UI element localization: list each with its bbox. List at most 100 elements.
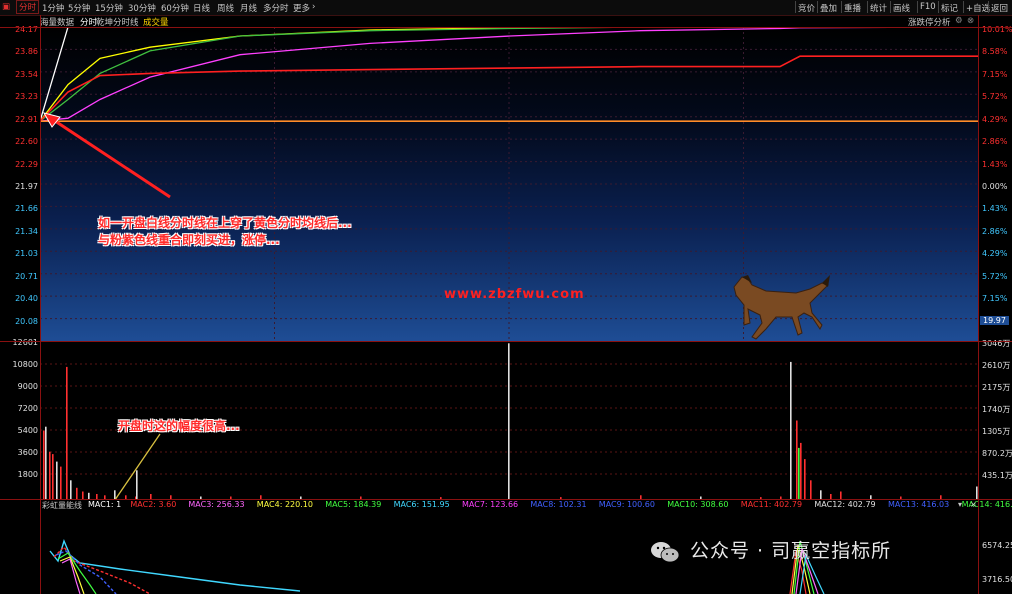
tab-period-7[interactable]: 周线	[217, 2, 234, 14]
toolbar-button-6[interactable]: 标记	[941, 2, 958, 14]
tab-period-4[interactable]: 30分钟	[128, 2, 156, 14]
volume-tick-right: 2610万	[982, 361, 1011, 370]
volume-bar	[804, 459, 806, 499]
period-toolbar: 分时 1分钟 5分钟 15分钟 30分钟 60分钟 日线 周线 月线 多分时 更多 ▣ › 竞价 叠加 重播统…	[0, 0, 1012, 16]
mac-value-7: MAC7: 123.66	[462, 500, 519, 509]
volume-bar	[52, 454, 54, 499]
chevron-right-icon[interactable]: ›	[312, 2, 315, 12]
mac-close-icon[interactable]: ×	[970, 500, 977, 509]
layout-icon[interactable]: ▣	[2, 2, 10, 12]
price-tick-left: 20.08	[15, 316, 38, 326]
toolbar-divider	[890, 1, 891, 13]
price-tick-right: 8.58%	[982, 47, 1008, 57]
price-tick-right: 1.43%	[982, 204, 1008, 214]
volume-bar	[840, 491, 842, 499]
price-tick-left: 21.66	[15, 204, 38, 214]
volume-bar	[70, 480, 72, 499]
tab-period-6[interactable]: 日线	[193, 2, 210, 14]
close-icon[interactable]: ⊗	[967, 16, 974, 26]
annotation-buy-signal: 如一开盘白线分时线在上穿了黄色分时均线后...	[98, 216, 352, 230]
tab-period-1[interactable]: 1分钟	[42, 2, 64, 14]
annotation-volume: 开盘时这的幅度很高...	[118, 419, 240, 433]
volume-tick-right: 2175万	[982, 383, 1011, 392]
volume-bar	[56, 461, 58, 499]
price-chart-panel[interactable]: 如一开盘白线分时线在上穿了黄色分时均线后... 与粉紫色线重合即刻买进，涨停..…	[40, 27, 978, 341]
mac-value-9: MAC9: 100.60	[598, 500, 655, 509]
toolbar-divider	[963, 1, 964, 13]
volume-bar	[508, 343, 510, 499]
volume-tick-left: 10800	[12, 360, 38, 369]
toolbar-button-7[interactable]: +自选	[966, 2, 990, 14]
tab-period-3[interactable]: 15分钟	[95, 2, 123, 14]
price-badge: 19.97	[980, 316, 1009, 325]
panel-border	[0, 499, 1012, 500]
annotation-limit-up: 与粉紫色线重合即刻买进，涨停...	[98, 233, 280, 247]
toolbar-divider	[988, 1, 989, 13]
toolbar-divider	[867, 1, 868, 13]
volume-bar	[798, 447, 800, 499]
toolbar-button-1[interactable]: 叠加	[820, 2, 837, 14]
tab-period-2[interactable]: 5分钟	[68, 2, 90, 14]
volume-bar	[114, 490, 116, 499]
panel-border	[0, 27, 1012, 28]
mac-tick-right: 6574.25	[982, 541, 1012, 550]
toolbar-button-2[interactable]: 重播	[844, 2, 861, 14]
mac-dropdown-icon[interactable]: ▾	[958, 500, 962, 509]
volume-tick-right: 870.2万	[982, 449, 1012, 458]
tab-period-9[interactable]: 多分时	[263, 2, 289, 14]
price-tick-right: 0.00%	[982, 182, 1008, 191]
settings-icon[interactable]: ⚙	[955, 16, 963, 26]
mac-value-4: MAC4: 220.10	[256, 500, 313, 509]
mac-value-8: MAC8: 102.31	[530, 500, 587, 509]
price-tick-left: 20.71	[15, 271, 38, 281]
volume-bar	[790, 361, 792, 499]
volume-bar	[820, 490, 822, 499]
volume-tick-right: 3046万	[982, 339, 1011, 348]
mac-value-0: 彩虹量能线	[42, 501, 82, 510]
mac-value-3: MAC3: 256.33	[188, 500, 245, 509]
tab-period-8[interactable]: 月线	[240, 2, 257, 14]
toolbar-button-8[interactable]: 返回	[991, 2, 1008, 14]
price-tick-right: 4.29%	[982, 249, 1008, 259]
tab-period-0[interactable]: 分时	[16, 0, 40, 14]
price-tick-left: 23.54	[15, 69, 38, 79]
wechat-icon	[651, 542, 680, 563]
price-tick-left: 22.60	[15, 137, 38, 147]
toolbar-button-3[interactable]: 统计	[870, 2, 887, 14]
tab-period-5[interactable]: 60分钟	[161, 2, 189, 14]
price-tick-right: 5.72%	[982, 271, 1008, 281]
volume-bar	[45, 426, 47, 499]
volume-bar	[43, 430, 45, 499]
volume-chart-panel[interactable]: 开盘时这的幅度很高...	[40, 342, 978, 499]
toolbar-divider	[938, 1, 939, 13]
volume-tick-left: 5400	[17, 426, 38, 435]
volume-tick-left: 12601	[12, 338, 38, 347]
price-tick-right: 7.15%	[982, 294, 1008, 304]
toolbar-divider	[841, 1, 842, 13]
tab-period-10[interactable]: 更多	[293, 2, 310, 14]
volume-tick-right: 435.1万	[982, 471, 1012, 480]
volume-tick-left: 3600	[17, 448, 38, 457]
panel-border	[978, 15, 979, 594]
volume-bar	[82, 491, 84, 499]
toolbar-divider	[917, 1, 918, 13]
price-tick-left: 21.34	[15, 226, 38, 236]
toolbar-button-5[interactable]: F10	[920, 2, 936, 12]
toolbar-button-4[interactable]: 画线	[893, 2, 910, 14]
mac-value-5: MAC5: 184.39	[325, 500, 382, 509]
price-tick-left: 22.29	[15, 159, 38, 169]
volume-tick-left: 1800	[17, 470, 38, 479]
volume-tick-right: 1305万	[982, 427, 1011, 436]
price-tick-right: 7.15%	[982, 69, 1008, 79]
chart-subheader: 海量数据 分时 乾坤分时线 成交量 涨跌停分析 ⚙ ⊗	[0, 16, 1012, 28]
volume-bar	[796, 420, 798, 499]
price-tick-right: 2.86%	[982, 226, 1008, 236]
mac-tick-right: 3716.50	[982, 575, 1012, 584]
mac-value-10: MAC10: 308.60	[667, 500, 729, 509]
toolbar-button-0[interactable]: 竞价	[798, 2, 815, 14]
volume-bar	[810, 480, 812, 499]
mac-indicator-header: 彩虹量能线 MAC1: 1 MAC2: 3.60 MAC3: 256.33 MAC4: …	[40, 499, 1012, 511]
price-tick-right: 4.29%	[982, 114, 1008, 124]
mac-value-13: MAC13: 416.03	[888, 500, 950, 509]
horse-image	[733, 275, 830, 340]
